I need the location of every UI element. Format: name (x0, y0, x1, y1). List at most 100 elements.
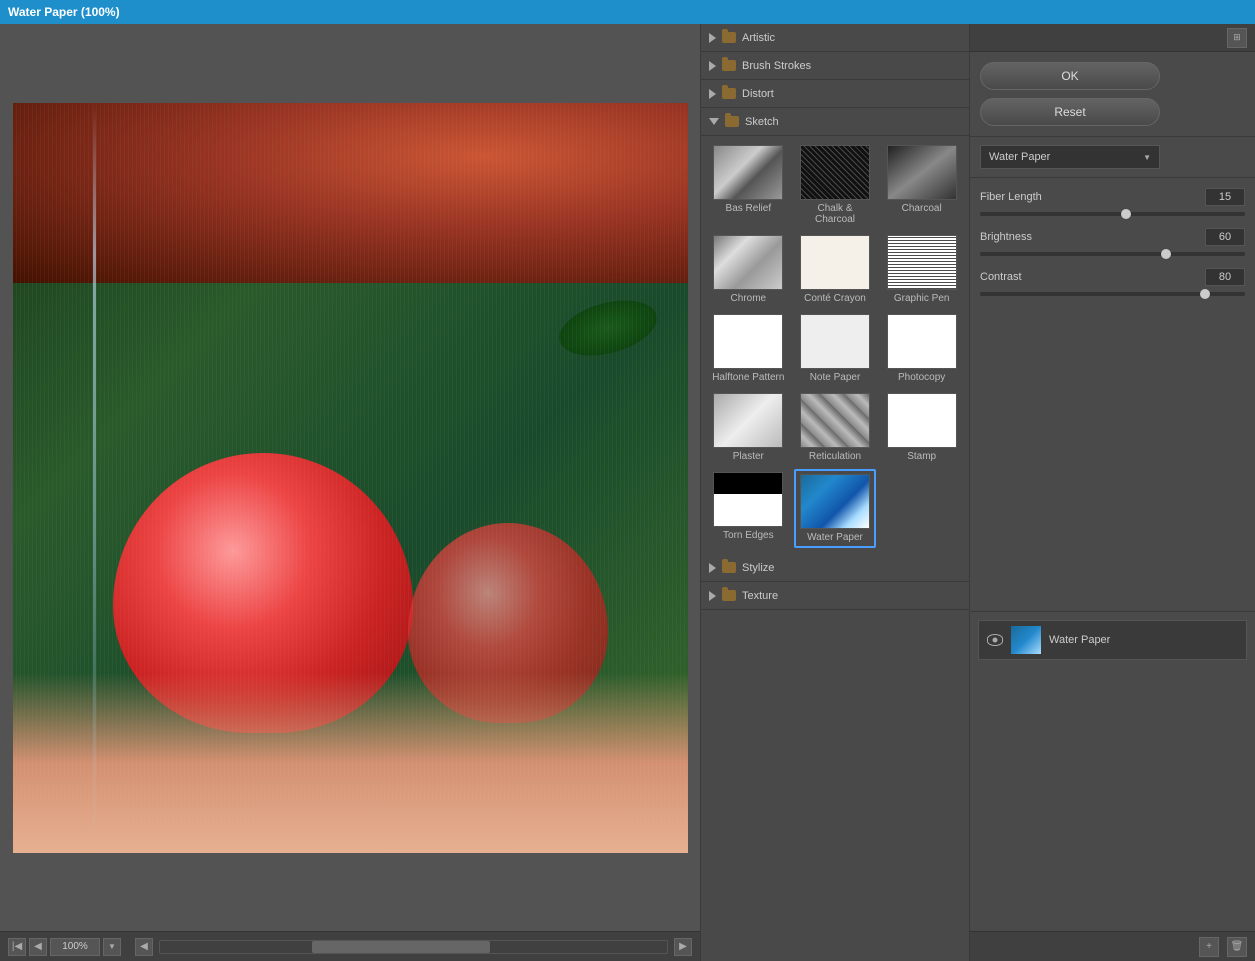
new-layer-icon[interactable]: + (1199, 937, 1219, 957)
filter-label-photocopy: Photocopy (898, 372, 945, 383)
expand-artistic-icon (709, 33, 716, 43)
scrollbar-thumb[interactable] (312, 941, 489, 953)
contrast-param: Contrast 80 (980, 268, 1245, 298)
filter-conte-crayon[interactable]: Conté Crayon (794, 232, 877, 307)
filter-label-plaster: Plaster (733, 451, 764, 462)
horizontal-scrollbar[interactable] (159, 940, 668, 954)
filter-label-note-paper: Note Paper (810, 372, 861, 383)
folder-icon (722, 60, 736, 71)
zoom-value[interactable]: 100% (50, 938, 100, 956)
filter-thumb-stamp (887, 393, 957, 448)
filter-thumb-water-paper (800, 474, 870, 529)
filter-stamp[interactable]: Stamp (880, 390, 963, 465)
canvas-area: |◀ ◀ 100% ▼ ◀ ▶ (0, 24, 700, 961)
category-sketch-label: Sketch (745, 116, 779, 128)
reset-button[interactable]: Reset (980, 98, 1160, 126)
filter-graphic-pen[interactable]: Graphic Pen (880, 232, 963, 307)
brightness-slider[interactable] (980, 252, 1245, 256)
expand-panel-btn[interactable]: ⊞ (1227, 28, 1247, 48)
expand-brush-icon (709, 61, 716, 71)
filter-thumb-chrome (713, 235, 783, 290)
scroll-right-btn[interactable]: ▶ (674, 938, 692, 956)
filter-label-stamp: Stamp (907, 451, 936, 462)
expand-sketch-icon (709, 118, 719, 125)
zoom-dropdown-btn[interactable]: ▼ (103, 938, 121, 956)
filter-photocopy[interactable]: Photocopy (880, 311, 963, 386)
filter-water-paper[interactable]: Water Paper (794, 469, 877, 548)
category-sketch[interactable]: Sketch (701, 108, 969, 136)
brightness-value[interactable]: 60 (1205, 228, 1245, 246)
category-stylize-label: Stylize (742, 562, 774, 574)
prev-page-btn[interactable]: ◀ (29, 938, 47, 956)
layer-panel: Water Paper (970, 611, 1255, 931)
filter-plaster[interactable]: Plaster (707, 390, 790, 465)
filter-panel: Artistic Brush Strokes Distort Sketch Ba… (700, 24, 970, 961)
expand-texture-icon (709, 591, 716, 601)
category-texture-label: Texture (742, 590, 778, 602)
category-brush-strokes[interactable]: Brush Strokes (701, 52, 969, 80)
filter-chrome[interactable]: Chrome (707, 232, 790, 307)
filter-label-halftone: Halftone Pattern (712, 372, 784, 383)
filter-label-graphic-pen: Graphic Pen (894, 293, 950, 304)
filter-charcoal[interactable]: Charcoal (880, 142, 963, 228)
fiber-length-thumb[interactable] (1121, 209, 1131, 219)
filter-thumb-torn-edges (713, 472, 783, 527)
layer-label-text: Water Paper (1049, 634, 1238, 646)
zoom-controls: |◀ ◀ 100% ▼ (8, 938, 121, 956)
category-texture[interactable]: Texture (701, 582, 969, 610)
filter-torn-edges[interactable]: Torn Edges (707, 469, 790, 548)
filter-halftone[interactable]: Halftone Pattern (707, 311, 790, 386)
filter-bas-relief[interactable]: Bas Relief (707, 142, 790, 228)
filter-select-area: Water Paper ▼ (970, 137, 1255, 178)
canvas-image (13, 103, 688, 853)
filter-thumb-graphic-pen (887, 235, 957, 290)
filter-label-charcoal: Charcoal (902, 203, 942, 214)
sketch-filter-grid: Bas Relief Chalk & Charcoal Charcoal Chr… (701, 136, 969, 554)
category-artistic[interactable]: Artistic (701, 24, 969, 52)
contrast-thumb[interactable] (1200, 289, 1210, 299)
filter-thumb-halftone (713, 314, 783, 369)
filter-note-paper[interactable]: Note Paper (794, 311, 877, 386)
right-top: OK Reset (970, 52, 1255, 137)
folder-icon (725, 116, 739, 127)
filter-dropdown[interactable]: Water Paper ▼ (980, 145, 1160, 169)
fiber-length-label: Fiber Length (980, 191, 1042, 203)
brightness-thumb[interactable] (1161, 249, 1171, 259)
first-page-btn[interactable]: |◀ (8, 938, 26, 956)
filter-thumb-bas-relief (713, 145, 783, 200)
filter-chalk-charcoal[interactable]: Chalk & Charcoal (794, 142, 877, 228)
layer-thumbnail (1011, 626, 1041, 654)
contrast-value[interactable]: 80 (1205, 268, 1245, 286)
category-brush-strokes-label: Brush Strokes (742, 60, 811, 72)
filter-thumb-charcoal (887, 145, 957, 200)
scroll-left-btn[interactable]: ◀ (135, 938, 153, 956)
dropdown-arrow-icon: ▼ (1143, 153, 1151, 162)
filter-reticulation[interactable]: Reticulation (794, 390, 877, 465)
right-footer: + 🗑 (970, 931, 1255, 961)
expand-stylize-icon (709, 563, 716, 573)
filter-label-reticulation: Reticulation (809, 451, 861, 462)
filter-thumb-note-paper (800, 314, 870, 369)
filter-label-bas-relief: Bas Relief (726, 203, 772, 214)
params-area: Fiber Length 15 Brightness 60 (970, 178, 1255, 308)
brightness-label: Brightness (980, 231, 1032, 243)
fiber-length-slider[interactable] (980, 212, 1245, 216)
trash-icon[interactable]: 🗑 (1227, 937, 1247, 957)
contrast-slider[interactable] (980, 292, 1245, 296)
filter-label-conte: Conté Crayon (804, 293, 866, 304)
folder-icon (722, 32, 736, 43)
category-stylize[interactable]: Stylize (701, 554, 969, 582)
folder-icon (722, 88, 736, 99)
layer-item: Water Paper (978, 620, 1247, 660)
main-layout: |◀ ◀ 100% ▼ ◀ ▶ Artistic Brush Strokes (0, 24, 1255, 961)
fiber-length-value[interactable]: 15 (1205, 188, 1245, 206)
ok-button[interactable]: OK (980, 62, 1160, 90)
filter-thumb-plaster (713, 393, 783, 448)
canvas-bottom: |◀ ◀ 100% ▼ ◀ ▶ (0, 931, 700, 961)
filter-thumb-chalk (800, 145, 870, 200)
layer-visibility-icon[interactable] (987, 634, 1003, 646)
folder-icon (722, 562, 736, 573)
category-artistic-label: Artistic (742, 32, 775, 44)
category-distort[interactable]: Distort (701, 80, 969, 108)
brightness-param: Brightness 60 (980, 228, 1245, 258)
